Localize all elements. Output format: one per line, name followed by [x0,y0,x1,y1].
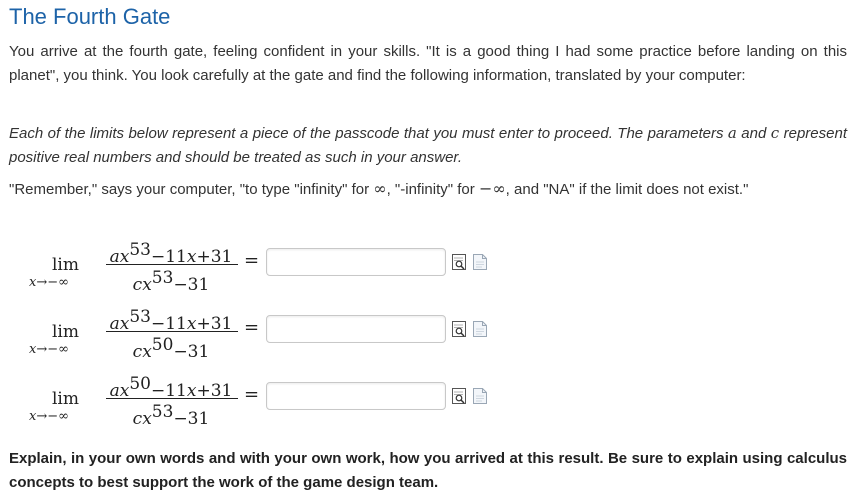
fraction-denominator: cx53−31 [132,268,210,295]
lim-label: lim [52,389,79,409]
preview-icon[interactable] [452,254,466,270]
limit-fraction: ax53−11x+31 cx50−31 [104,303,238,362]
explain-paragraph: Explain, in your own words and with your… [9,450,847,491]
instructions-text-1: Each of the limits below represent a pie… [9,125,728,142]
fraction-denominator: cx50−31 [132,335,210,362]
equals-sign: = [244,250,260,271]
answer-input-2[interactable] [266,315,446,343]
limit-row-2: lim x→−∞ ax53−11x+31 cx50−31 = [0,303,520,362]
fraction-bar [106,264,238,265]
instructions-paragraph: Each of the limits below represent a pie… [9,121,847,170]
fraction-numerator: ax50−11x+31 [109,374,233,401]
lim-subscript: x→−∞ [29,342,69,357]
param-c: c [770,124,780,142]
reminder-paragraph: "Remember," says your computer, "to type… [9,177,847,202]
answer-input-3[interactable] [266,382,446,410]
neg-infinity-symbol: −∞ [478,179,506,198]
instructions-text-2: and [736,125,771,142]
help-icon[interactable] [473,254,487,270]
param-a: a [727,124,737,142]
lim-label: lim [52,255,79,275]
infinity-symbol: ∞ [373,179,387,198]
limit-fraction: ax50−11x+31 cx53−31 [104,370,238,429]
reminder-text-3: , and "NA" if the limit does not exist." [505,181,749,198]
page-title: The Fourth Gate [9,4,171,29]
lim-subscript: x→−∞ [29,275,69,290]
equals-sign: = [244,384,260,405]
limit-row-1: lim x→−∞ ax53−11x+31 cx53−31 = [0,236,520,295]
preview-icon[interactable] [452,321,466,337]
fraction-numerator: ax53−11x+31 [109,307,233,334]
limit-fraction: ax53−11x+31 cx53−31 [104,236,238,295]
fraction-numerator: ax53−11x+31 [109,240,233,267]
intro-paragraph: You arrive at the fourth gate, feeling c… [9,43,847,84]
fraction-bar [106,331,238,332]
preview-icon[interactable] [452,388,466,404]
limit-row-3: lim x→−∞ ax50−11x+31 cx53−31 = [0,370,520,429]
equals-sign: = [244,317,260,338]
answer-input-1[interactable] [266,248,446,276]
help-icon[interactable] [473,321,487,337]
lim-subscript: x→−∞ [29,409,69,424]
fraction-bar [106,398,238,399]
lim-label: lim [52,322,79,342]
reminder-text-1: "Remember," says your computer, "to type… [9,181,374,198]
fraction-denominator: cx53−31 [132,402,210,429]
reminder-text-2: , "-infinity" for [386,181,479,198]
help-icon[interactable] [473,388,487,404]
